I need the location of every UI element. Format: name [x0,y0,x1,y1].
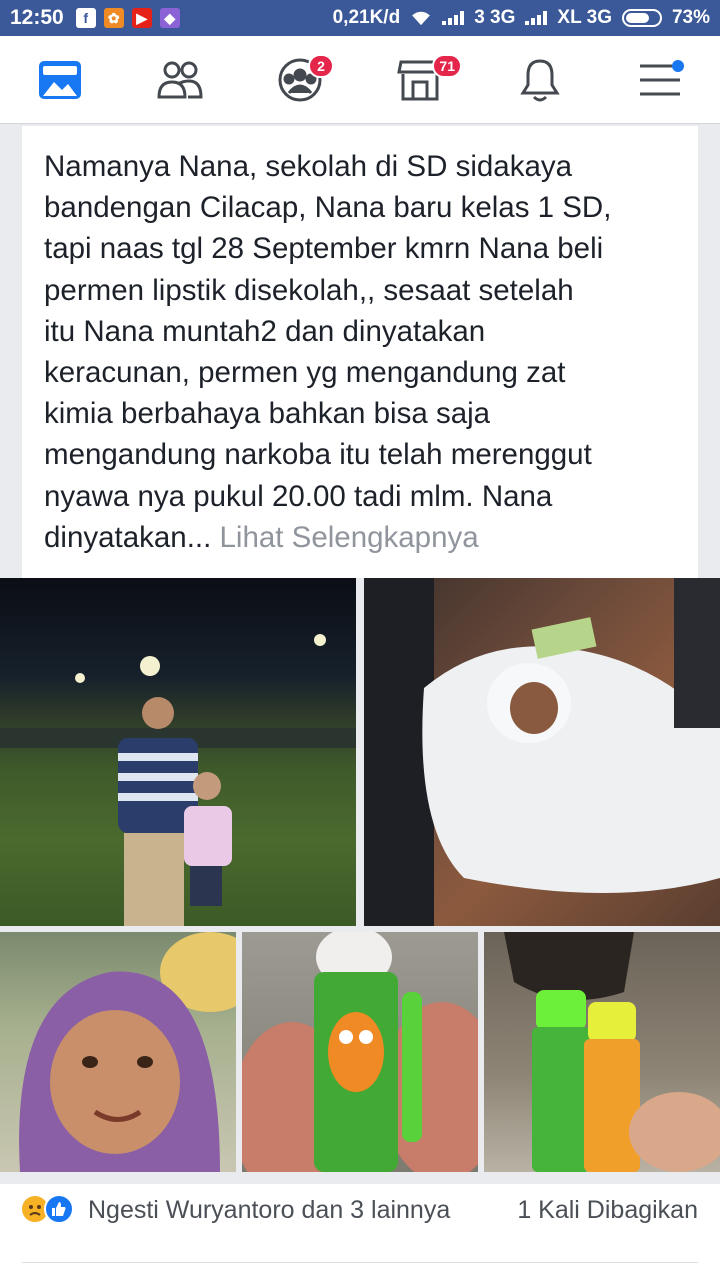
post-line: mengandung narkoba itu telah merenggut [44,438,592,472]
wifi-icon [412,11,431,26]
app-icon-purple: ◆ [159,8,180,28]
signal-icon [442,11,465,25]
photo-scene-1 [0,634,356,926]
signal-icon-2 [525,11,548,25]
marketplace-badge: 71 [432,53,462,78]
photo-lipstick-candy-single[interactable] [242,932,478,1172]
nav-friends[interactable] [144,44,216,116]
carrier-2: XL 3G [557,7,612,28]
status-bar: 12:50 f ✿ ▶ ◆ 0,21K/d 3 3G XL 3G 73% [0,0,720,36]
menu-notification-dot [672,59,684,72]
battery-icon [621,9,662,27]
post-line: keracunan, permen yg mengandung zat [44,356,566,390]
photo-lipstick-candies-pair[interactable] [484,932,720,1172]
bell-icon [520,58,560,101]
photo-scene-3 [19,932,236,1172]
nav-marketplace[interactable]: 71 [384,44,462,116]
post-truncated-text: dinyatakan... [44,520,212,554]
post-text: Namanya Nana, sekolah di SD sidakaya ban… [44,146,684,558]
like-reaction-icon [44,1194,74,1224]
status-time: 12:50 [10,6,64,29]
post-line: bandengan Cilacap, Nana baru kelas 1 SD, [44,191,612,225]
share-count[interactable]: 1 Kali Dibagikan [517,1196,698,1225]
post-line: Namanya Nana, sekolah di SD sidakaya [44,150,573,183]
post-line: nyawa nya pukul 20.00 tadi mlm. Nana [44,479,553,513]
news-feed-icon [39,60,81,99]
battery-percent: 73% [671,7,710,28]
photo-girl-hijab[interactable] [0,932,236,1172]
nav-news-feed[interactable] [24,44,96,116]
photo-shrouded-child[interactable] [364,578,720,926]
post-line: kimia berbahaya bahkan bisa saja [44,397,491,431]
reactions-bar: Ngesti Wuryantoro dan 3 lainnya 1 Kali D… [0,1184,720,1280]
carrier-1: 3 3G [474,7,516,28]
top-navigation: 2 71 [0,36,720,124]
groups-badge: 2 [308,53,334,78]
nav-notifications[interactable] [504,44,576,116]
post-line-last: dinyatakan... Lihat Selengkapnya [44,517,684,558]
facebook-icon: f [75,8,96,28]
reaction-names[interactable]: Ngesti Wuryantoro dan 3 lainnya [88,1196,450,1225]
post-line: permen lipstik disekolah,, sesaat setela… [44,273,574,307]
divider [22,1262,698,1263]
reaction-icons[interactable] [20,1194,74,1224]
photo-scene-5 [504,932,720,1172]
network-speed: 0,21K/d [332,7,401,28]
see-more-link[interactable]: Lihat Selengkapnya [219,521,478,554]
post-card: Namanya Nana, sekolah di SD sidakaya ban… [22,126,698,578]
nav-menu[interactable] [624,44,696,116]
friends-icon [157,61,203,98]
youtube-icon: ▶ [131,8,152,28]
photo-grandfather-child-field[interactable] [0,578,356,926]
app-icon-orange: ✿ [103,8,124,28]
post-line: itu Nana muntah2 dan dinyatakan [44,314,486,348]
nav-groups[interactable]: 2 [264,44,336,116]
photo-scene-2 [364,578,720,926]
post-line: tapi naas tgl 28 September kmrn Nana bel… [44,232,604,266]
photo-scene-4 [242,932,478,1172]
